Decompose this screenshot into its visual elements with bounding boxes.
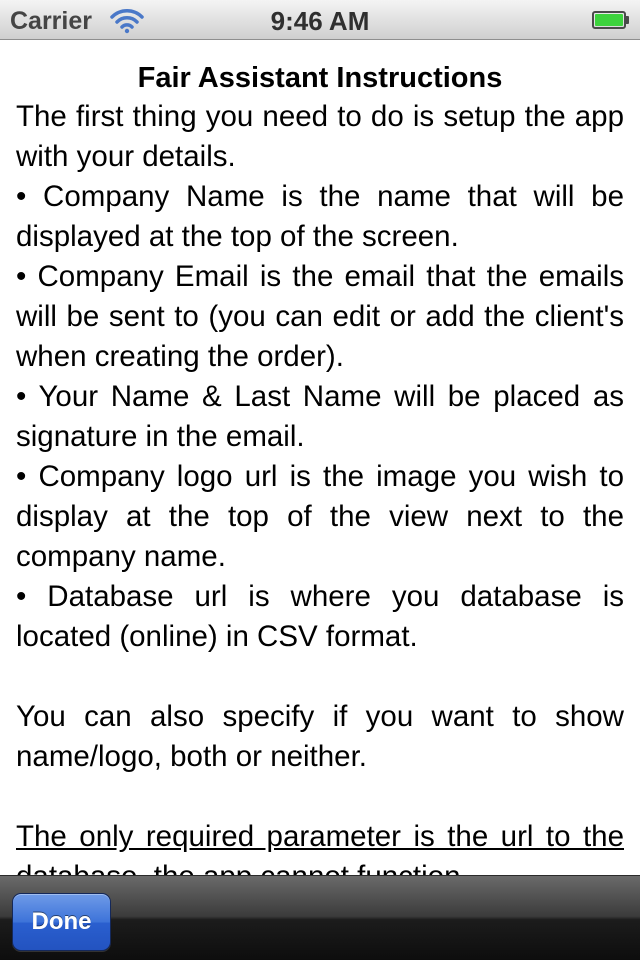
- bullet-database-url: • Database url is where you database is …: [16, 580, 624, 653]
- required-parameter-text: The only required parameter is the url t…: [16, 820, 624, 875]
- done-button[interactable]: Done: [12, 893, 111, 951]
- bullet-company-name: • Company Name is the name that will be …: [16, 180, 624, 253]
- clock: 9:46 AM: [270, 6, 370, 36]
- note-text: You can also specify if you want to show…: [16, 700, 624, 773]
- page-title: Fair Assistant Instructions: [137, 62, 503, 94]
- bullet-your-name: • Your Name & Last Name will be placed a…: [16, 380, 624, 453]
- instructions-content[interactable]: Fair Assistant Instructions The first th…: [0, 41, 640, 875]
- battery-icon: [592, 11, 629, 29]
- intro-text: The first thing you need to do is setup …: [16, 100, 624, 173]
- bullet-company-email: • Company Email is the email that the em…: [16, 260, 624, 373]
- bottom-toolbar: Done: [0, 875, 640, 960]
- status-bar: Carrier 9:46 AM: [0, 0, 640, 40]
- bullet-company-logo: • Company logo url is the image you wish…: [16, 460, 624, 573]
